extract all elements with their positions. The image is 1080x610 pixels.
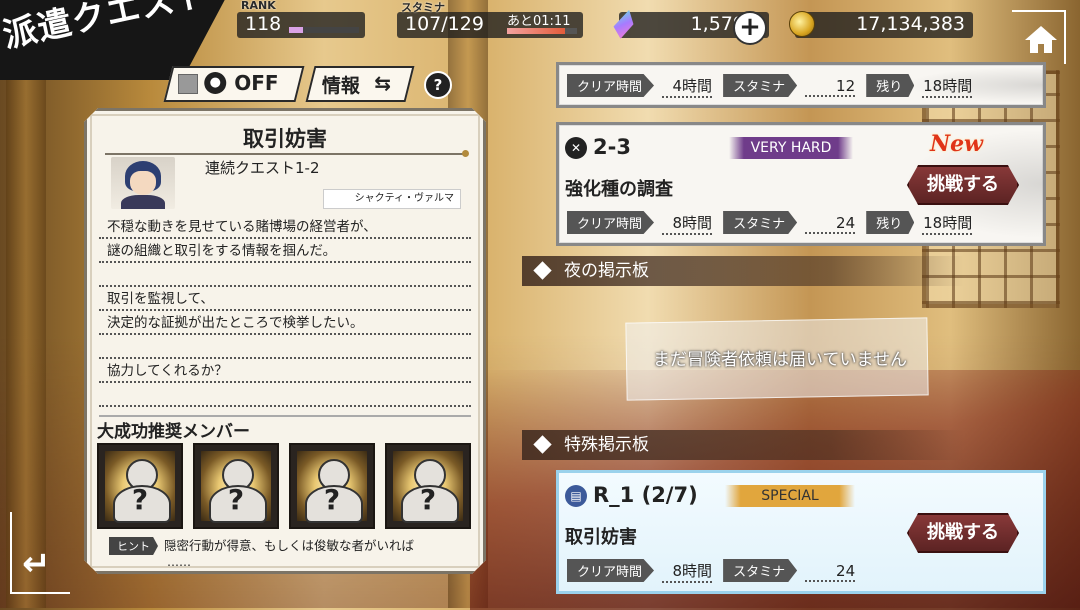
quest-description: 不穏な動きを見せている賭博場の経営者が、 謎の組織と取引をする情報を掴んだ。 取… (99, 215, 471, 417)
stamina-value: 107/129 (405, 13, 484, 35)
stamina-cost-label: スタミナ (723, 559, 798, 582)
description-line: 決定的な証拠が出たところで検挙したい。 (99, 311, 471, 335)
hint-text: 隠密行動が得意、もしくは俊敏な者がいれば (164, 538, 415, 553)
description-line: 不穏な動きを見せている賭博場の経営者が、 (99, 215, 471, 239)
notification-toggle[interactable]: ● OFF (163, 66, 305, 102)
stamina-cost-label: スタミナ (723, 211, 798, 234)
info-toggle-button[interactable]: 情報 ⇆ (305, 66, 415, 102)
gold-display: 17,134,383 (789, 11, 973, 38)
home-button[interactable] (1012, 10, 1066, 64)
stamina-timer: あと01:11 (507, 14, 571, 29)
back-arrow-icon: ↵ (22, 544, 51, 584)
unknown-member-slot[interactable]: ? (385, 443, 471, 529)
document-icon: ▤ (565, 485, 587, 507)
empty-board-message-container: まだ冒険者依頼は届いていません (630, 320, 930, 396)
clear-time-label: クリア時間 (567, 74, 655, 97)
remaining-value: 18時間 (922, 212, 973, 235)
back-button[interactable]: ↵ (10, 512, 70, 594)
clear-time-label: クリア時間 (567, 211, 655, 234)
stamina-cost-value: 12 (805, 77, 856, 97)
coin-icon (789, 11, 815, 37)
empty-board-message: まだ冒険者依頼は届いていません (653, 350, 907, 370)
rank-display: RANK 118 (237, 0, 365, 38)
description-line: 謎の組織と取引をする情報を掴んだ。 (99, 239, 471, 263)
section-header-night-board: 夜の掲示板 (522, 256, 964, 286)
notification-state: OFF (234, 71, 279, 95)
section-title: 夜の掲示板 (564, 261, 649, 281)
bell-icon: ● (204, 72, 227, 94)
quest-id: ▤ R_1 (2/7) (565, 483, 698, 507)
unknown-member-slot[interactable]: ? (193, 443, 279, 529)
crossed-swords-icon: ✕ (565, 137, 587, 159)
quest-detail-panel: 取引妨害 連続クエスト1-2 シャクティ・ヴァルマ 不穏な動きを見せている賭博場… (84, 108, 486, 574)
section-title: 特殊掲示板 (564, 435, 649, 455)
quest-id: ✕ 2-3 (565, 135, 631, 159)
rank-value: 118 (245, 13, 282, 35)
crystal-icon (610, 7, 637, 41)
quest-detail-title: 取引妨害 (243, 127, 327, 151)
recommended-members-title: 大成功推奨メンバー (97, 422, 250, 442)
remaining-label: 残り (866, 211, 915, 234)
member-hint: ヒント 隠密行動が得意、もしくは俊敏な者がいれば (109, 535, 414, 555)
challenge-button[interactable]: 挑戦する (907, 165, 1019, 205)
rank-progress-bar (289, 27, 359, 33)
unknown-member-slot[interactable]: ? (97, 443, 183, 529)
quest-meta-row: クリア時間 4時間 スタミナ 12 残り 18時間 (567, 74, 978, 98)
help-icon: ? (433, 76, 443, 94)
description-line (99, 263, 471, 287)
new-badge: New (929, 131, 983, 157)
diamond-icon (533, 261, 552, 280)
quest-card-partial[interactable]: クリア時間 4時間 スタミナ 12 残り 18時間 (556, 62, 1046, 108)
stamina-progress-bar (507, 28, 577, 34)
quest-name: 取引妨害 (565, 527, 637, 548)
challenge-button[interactable]: 挑戦する (907, 513, 1019, 553)
quest-chain-label: 連続クエスト1-2 (205, 159, 320, 177)
description-line: 取引を監視して、 (99, 287, 471, 311)
quest-card[interactable]: ✕ 2-3 VERY HARD New 強化種の調査 挑戦する クリア時間 8時間 … (556, 122, 1046, 246)
remaining-label: 残り (866, 74, 915, 97)
stamina-cost-value: 24 (805, 214, 856, 234)
description-line (99, 335, 471, 359)
gold-count: 17,134,383 (856, 13, 965, 35)
unknown-member-slot[interactable]: ? (289, 443, 375, 529)
hint-tag: ヒント (109, 537, 158, 555)
refresh-icon: ⇆ (374, 71, 392, 95)
info-label: 情報 (321, 75, 360, 97)
stamina-cost-label: スタミナ (723, 74, 798, 97)
diamond-icon (533, 435, 552, 454)
status-bar: RANK 118 スタミナ 107/129 あと01:11 1,579 + 17… (235, 0, 985, 45)
special-badge: SPECIAL (725, 485, 855, 507)
stamina-display: スタミナ 107/129 あと01:11 (397, 1, 583, 38)
home-icon (1025, 26, 1057, 53)
section-header-special-board: 特殊掲示板 (522, 430, 964, 460)
plus-icon: + (739, 12, 761, 42)
quest-name: 強化種の調査 (565, 179, 673, 200)
quest-meta-row: クリア時間 8時間 スタミナ 24 (567, 559, 861, 583)
description-line (99, 383, 471, 407)
add-gems-button[interactable]: + (733, 11, 767, 45)
help-button[interactable]: ? (424, 71, 452, 99)
stamina-cost-value: 24 (805, 562, 856, 582)
special-quest-card[interactable]: ▤ R_1 (2/7) SPECIAL 取引妨害 挑戦する クリア時間 8時間 スタ… (556, 470, 1046, 594)
remaining-value: 18時間 (922, 75, 973, 98)
clear-time-label: クリア時間 (567, 559, 655, 582)
difficulty-badge: VERY HARD (729, 137, 853, 159)
npc-name: シャクティ・ヴァルマ (323, 189, 461, 209)
rank-label: RANK (241, 0, 276, 12)
notification-checkbox[interactable] (178, 74, 198, 94)
quest-meta-row: クリア時間 8時間 スタミナ 24 残り 18時間 (567, 211, 978, 235)
description-line: 協力してくれるか？ (99, 359, 471, 383)
clear-time-value: 8時間 (662, 212, 713, 235)
npc-avatar (111, 157, 175, 209)
clear-time-value: 4時間 (662, 75, 713, 98)
hint-continuation: …… (167, 555, 191, 569)
clear-time-value: 8時間 (662, 560, 713, 583)
